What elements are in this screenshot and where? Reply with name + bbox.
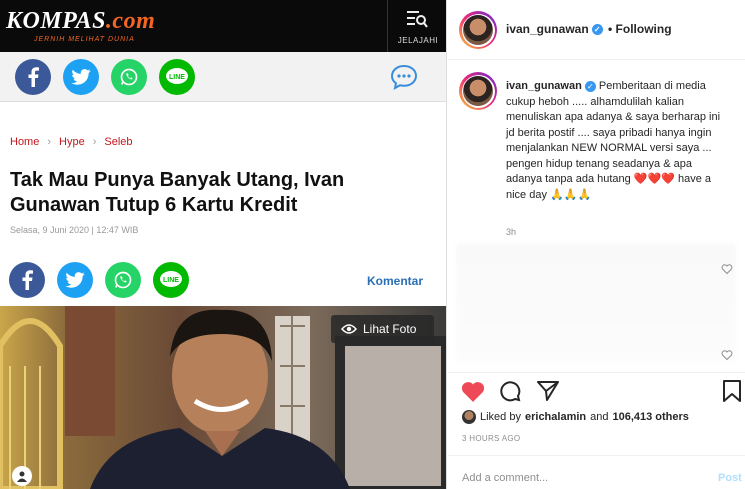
whatsapp-share-icon[interactable]: [111, 59, 147, 95]
svg-text:LINE: LINE: [163, 277, 179, 284]
comment-like-heart-icon[interactable]: [721, 349, 733, 361]
line-share-icon[interactable]: LINE: [159, 59, 195, 95]
line-share-icon[interactable]: LINE: [153, 262, 189, 298]
eye-icon: [341, 324, 357, 334]
caption-avatar[interactable]: [459, 72, 497, 110]
instagram-post-panel: ivan_gunawan ✓ • Following ivan_gunawan ✓ …: [448, 0, 745, 489]
comment-bar: Add a comment... Post: [448, 455, 745, 489]
whatsapp-share-icon[interactable]: [105, 262, 141, 298]
comment-icon[interactable]: [498, 379, 522, 403]
verified-badge-icon: ✓: [584, 80, 596, 92]
likes-summary: Liked by erichalamin and 106,413 others: [462, 410, 689, 424]
kompas-logo[interactable]: KOMPAS.com: [6, 8, 155, 35]
post-comment-button[interactable]: Post: [718, 472, 742, 484]
post-actions: [448, 372, 745, 408]
article-date: Selasa, 9 Juni 2020 | 12:47 WIB: [10, 225, 139, 235]
comment-bubble-icon[interactable]: [390, 64, 418, 90]
header-username[interactable]: ivan_gunawan ✓: [506, 22, 603, 36]
blurred-comments: [456, 243, 736, 363]
kompas-header: KOMPAS.com JERNIH MELIHAT DUNIA JELAJAHI: [0, 0, 446, 52]
caption-hearts: ❤️❤️❤️: [633, 173, 675, 185]
kompas-article-screenshot: KOMPAS.com JERNIH MELIHAT DUNIA JELAJAHI: [0, 0, 447, 489]
post-header: ivan_gunawan ✓ • Following: [448, 0, 745, 60]
top-share-bar: LINE: [0, 52, 446, 102]
chevron-right-icon: ›: [47, 136, 52, 148]
kompas-tagline: JERNIH MELIHAT DUNIA: [34, 36, 135, 43]
caption-pray: 🙏🙏🙏: [550, 188, 592, 201]
photographer-icon: [12, 466, 32, 486]
jelajahi-label: JELAJAHI: [397, 36, 439, 45]
twitter-share-icon[interactable]: [57, 262, 93, 298]
following-button[interactable]: • Following: [608, 22, 672, 36]
like-heart-icon[interactable]: [460, 379, 486, 403]
menu-search-icon: [407, 11, 428, 28]
likes-count[interactable]: 106,413 others: [612, 411, 688, 423]
bookmark-icon[interactable]: [722, 379, 742, 403]
chevron-right-icon: ›: [92, 136, 97, 148]
breadcrumb-home[interactable]: Home: [10, 136, 39, 148]
facebook-share-icon[interactable]: [9, 262, 45, 298]
comment-like-heart-icon[interactable]: [721, 263, 733, 275]
lihat-foto-label: Lihat Foto: [363, 322, 417, 336]
liker-avatar[interactable]: [462, 410, 476, 424]
facebook-share-icon[interactable]: [15, 59, 51, 95]
breadcrumb-hype[interactable]: Hype: [59, 136, 85, 148]
caption-timestamp: 3h: [506, 227, 517, 237]
jelajahi-menu-button[interactable]: JELAJAHI: [387, 0, 446, 52]
post-time-ago: 3 HOURS AGO: [462, 434, 521, 443]
post-caption: ivan_gunawan ✓ Pemberitaan di media cukup…: [506, 79, 731, 203]
avatar[interactable]: [459, 11, 497, 49]
verified-badge-icon: ✓: [591, 24, 603, 36]
twitter-share-icon[interactable]: [63, 59, 99, 95]
breadcrumb-seleb[interactable]: Seleb: [104, 136, 132, 148]
liker-username[interactable]: erichalamin: [525, 411, 586, 423]
caption-username[interactable]: ivan_gunawan: [506, 80, 582, 92]
komentar-link[interactable]: Komentar: [367, 274, 423, 288]
lihat-foto-button[interactable]: Lihat Foto: [331, 315, 434, 343]
share-send-icon[interactable]: [536, 379, 560, 403]
article-title: Tak Mau Punya Banyak Utang, Ivan Gunawan…: [10, 169, 345, 216]
add-comment-input[interactable]: Add a comment...: [462, 472, 548, 484]
breadcrumb: Home › Hype › Seleb: [10, 136, 133, 148]
caption-text: Pemberitaan di media cukup heboh ..... a…: [506, 80, 721, 185]
svg-text:LINE: LINE: [169, 74, 185, 81]
